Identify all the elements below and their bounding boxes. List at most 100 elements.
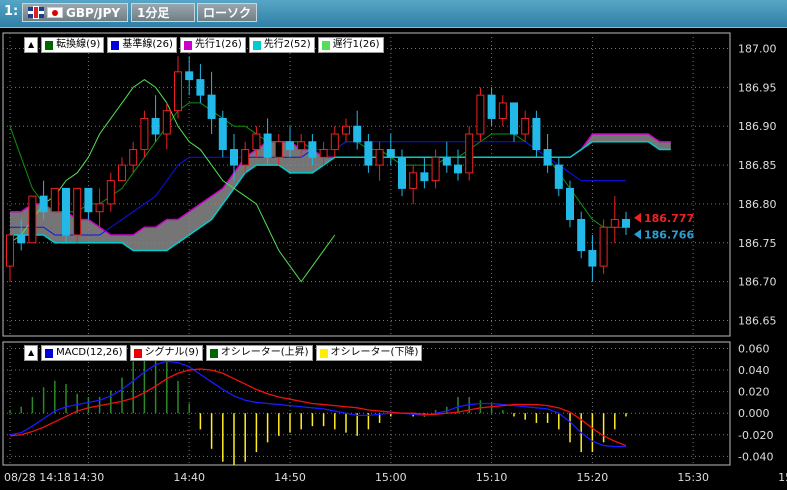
legend-label: 遅行1(26) (332, 39, 380, 50)
candle-down (454, 164, 462, 174)
price-tick-label: 187.00 (738, 43, 777, 56)
price-tick-label: 186.70 (738, 276, 777, 289)
x-tick-label: 15:30 (677, 471, 709, 484)
candle-down (353, 125, 362, 143)
price-legend-item[interactable]: 先行2(52) (248, 37, 315, 53)
macd-legend-item[interactable]: シグナル(9) (129, 345, 203, 361)
time-x-axis: 08/28 14:18 14:30 14:40 14:50 15:00 15:10 15:2… (4, 471, 787, 484)
macd-legend-collapse-button[interactable]: ▲ (24, 345, 39, 361)
chart-type-label: ローソク (203, 6, 252, 20)
candle-up (162, 110, 171, 135)
timeframe-button[interactable]: 1分足 (131, 3, 195, 22)
price-tick-label: 186.80 (738, 198, 777, 211)
candle-up (375, 149, 384, 166)
candle-down (263, 133, 272, 158)
candle-up (252, 133, 261, 151)
chart-type-button[interactable]: ローソク (197, 3, 257, 22)
candle-up (118, 164, 126, 182)
currency-pair-button[interactable]: GBP/JPY (22, 3, 128, 22)
price-legend-item[interactable]: 先行1(26) (179, 37, 246, 53)
legend-swatch (321, 40, 330, 50)
legend-label: 転換線(9) (56, 39, 101, 50)
price-legend: ▲ 転換線(9) 基準線(26) 先行1(26) 先行2(52) 遅行1(26) (24, 37, 384, 53)
candle-up (319, 149, 328, 158)
macd-histogram (9, 348, 627, 465)
legend-label: オシレーター(上昇) (220, 347, 309, 358)
candle-down (386, 149, 395, 158)
price-marker-arrow (634, 212, 641, 223)
candle-up (498, 102, 507, 119)
candle-down (17, 234, 26, 244)
timeframe-label: 1分足 (137, 6, 170, 20)
x-tick-label: 08/28 14:18 (4, 471, 71, 484)
price-legend-item[interactable]: 基準線(26) (107, 37, 177, 53)
legend-swatch (319, 348, 328, 358)
price-markers: 186.777 186.766 (634, 212, 694, 241)
candle-down (566, 187, 574, 220)
legend-label: シグナル(9) (144, 347, 199, 358)
currency-pair-label: GBP/JPY (66, 5, 121, 20)
candle-up (28, 195, 37, 244)
candle-down (62, 187, 70, 236)
legend-label: 先行2(52) (263, 39, 311, 50)
price-tick-label: 186.75 (738, 237, 777, 250)
macd-tick-label: -0.020 (738, 429, 773, 442)
candle-down (151, 117, 160, 135)
candle-down (185, 71, 194, 81)
candle-down (622, 218, 630, 228)
price-legend-item[interactable]: 遅行1(26) (317, 37, 384, 53)
macd-tick-label: -0.040 (738, 450, 773, 463)
price-grid (2, 32, 731, 337)
x-tick-label: 15:00 (375, 471, 407, 484)
legend-label: 基準線(26) (122, 39, 173, 50)
ichimoku-lines (9, 79, 626, 283)
x-tick-label: 15:20 (577, 471, 609, 484)
x-tick-label: 15:40 (778, 471, 787, 484)
candle-down (588, 250, 597, 267)
macd-tick-label: 0.000 (738, 407, 770, 420)
candle-up (274, 141, 283, 158)
candle-down (286, 141, 294, 151)
candle-down (442, 156, 451, 166)
macd-legend-item[interactable]: オシレーター(下降) (315, 345, 423, 361)
legend-swatch (252, 40, 261, 50)
candle-down (543, 149, 552, 166)
japan-flag-icon (47, 7, 63, 18)
macd-lines (9, 360, 627, 448)
candle-up (140, 117, 149, 151)
candle-up (95, 203, 104, 213)
candle-down (510, 102, 518, 135)
macd-legend-item[interactable]: MACD(12,26) (41, 345, 127, 361)
collapse-triangle-icon: ▲ (28, 348, 35, 357)
chikou-span-line (9, 79, 336, 283)
price-y-axis: 187.00 186.95 186.90 186.85 186.80 186.75 186.… (738, 43, 777, 328)
macd-legend: ▲ MACD(12,26) シグナル(9) オシレーター(上昇) オシレーター(下降) (24, 345, 423, 361)
macd-y-axis: 0.060 0.040 0.020 0.000 -0.020 -0.040 (738, 342, 773, 463)
candle-up (106, 180, 115, 205)
legend-label: オシレーター(下降) (330, 347, 419, 358)
legend-collapse-button[interactable]: ▲ (24, 37, 39, 53)
x-tick-label: 14:50 (274, 471, 306, 484)
candle-up (241, 149, 250, 166)
candle-up (129, 149, 138, 166)
chart-area[interactable]: 187.00 186.95 186.90 186.85 186.80 186.75 186.… (0, 27, 787, 490)
chart-toolbar: 1: GBP/JPY 1分足 ローソク (0, 0, 787, 28)
candle-down (532, 117, 541, 151)
price-marker-arrow (634, 229, 641, 240)
candle-down (577, 218, 586, 252)
price-legend-item[interactable]: 転換線(9) (41, 37, 105, 53)
candle-down (84, 187, 93, 213)
candle-down (218, 117, 227, 151)
candle-up (409, 172, 418, 189)
x-tick-label: 14:40 (173, 471, 205, 484)
candle-down (487, 94, 496, 119)
collapse-triangle-icon: ▲ (28, 40, 35, 49)
legend-swatch (111, 40, 120, 50)
macd-legend-item[interactable]: オシレーター(上昇) (205, 345, 313, 361)
price-tick-label: 186.85 (738, 159, 777, 172)
price-tick-label: 186.90 (738, 120, 777, 133)
x-tick-label: 14:30 (73, 471, 105, 484)
price-marker-label: 186.777 (644, 212, 694, 225)
uk-flag-icon (28, 7, 44, 18)
legend-swatch (45, 40, 54, 50)
